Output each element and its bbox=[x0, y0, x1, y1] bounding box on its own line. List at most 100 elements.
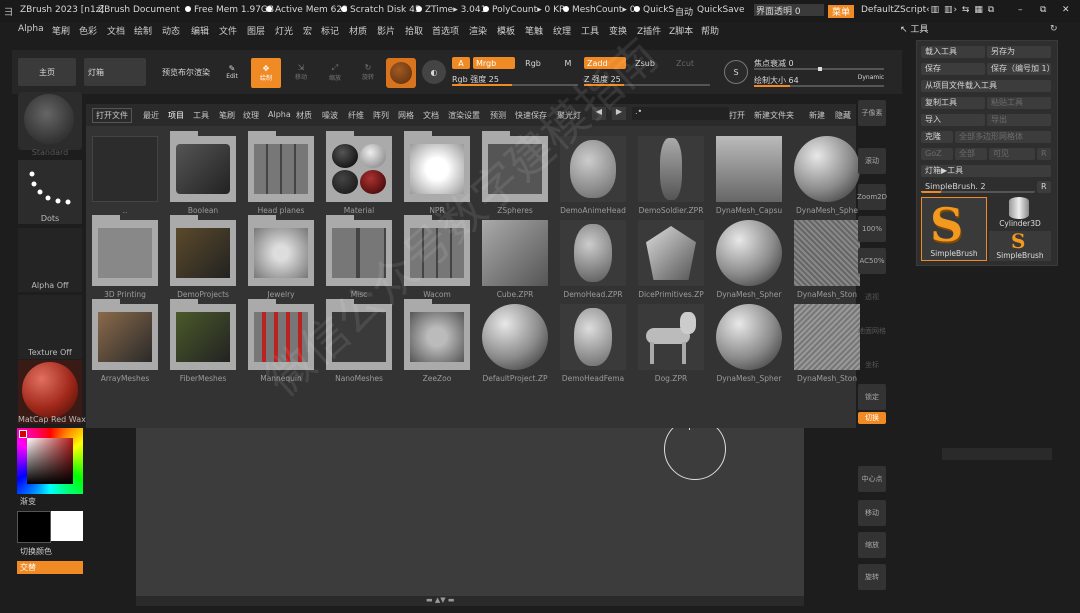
menu-draw[interactable]: 绘制 bbox=[134, 24, 152, 37]
lightbox-item[interactable]: Boolean bbox=[170, 131, 236, 215]
menu-zplugin[interactable]: Z插件 bbox=[637, 24, 661, 37]
export-button[interactable]: 导出 bbox=[987, 114, 1051, 126]
lightbox-item[interactable]: DynaMesh_Ston bbox=[794, 220, 860, 299]
lightbox-item[interactable]: ZeeZoo bbox=[404, 299, 470, 383]
copy-tool-button[interactable]: 复制工具 bbox=[921, 97, 985, 109]
bottom-tray-toggle-icon[interactable]: ▬ ▲▼ ▬ bbox=[426, 596, 454, 604]
rotate-button[interactable]: ↻ 旋转 bbox=[355, 60, 381, 84]
edit-button[interactable]: ✎ Edit bbox=[220, 60, 244, 84]
lightbox-item[interactable]: Material bbox=[326, 131, 392, 215]
menu-alpha[interactable]: Alpha bbox=[18, 24, 44, 34]
import-button[interactable]: 导入 bbox=[921, 114, 985, 126]
layout-icons[interactable]: ‹▥ ▥› ⇆ ▦ ⧉ bbox=[926, 5, 995, 15]
tab-noise[interactable]: 噪波 bbox=[322, 110, 338, 121]
menu-transform[interactable]: 变换 bbox=[609, 24, 627, 37]
tab-material[interactable]: 材质 bbox=[296, 110, 312, 121]
tab-alpha[interactable]: Alpha bbox=[268, 110, 291, 119]
menu-render[interactable]: 渲染 bbox=[469, 24, 487, 37]
tool-cylinder3d[interactable]: Cylinder3D bbox=[989, 197, 1051, 229]
document-canvas[interactable] bbox=[136, 414, 804, 596]
lightbox-item[interactable]: Jewelry bbox=[248, 215, 314, 299]
menu-movie-dyn[interactable]: 动态 bbox=[162, 24, 180, 37]
tool-palette-header[interactable]: ↖ 工具 bbox=[900, 22, 928, 35]
close-icon[interactable]: ✕ bbox=[1062, 5, 1070, 15]
minimize-icon[interactable]: – bbox=[1018, 5, 1023, 15]
load-tool-button[interactable]: 载入工具 bbox=[921, 46, 985, 58]
menu-marker[interactable]: 标记 bbox=[321, 24, 339, 37]
menu-brush[interactable]: 笔刷 bbox=[52, 24, 70, 37]
lightbox-item[interactable]: FiberMeshes bbox=[170, 299, 236, 383]
new-button[interactable]: 新建 bbox=[809, 110, 825, 121]
menu-edit[interactable]: 编辑 bbox=[191, 24, 209, 37]
scale-view-button[interactable]: 缩放 bbox=[858, 532, 886, 558]
pivot-button[interactable]: 中心点 bbox=[858, 466, 886, 492]
menu-zscript[interactable]: Z脚本 bbox=[669, 24, 693, 37]
paste-tool-button[interactable]: 粘贴工具 bbox=[987, 97, 1051, 109]
material-swatch[interactable] bbox=[386, 58, 416, 88]
tab-grid[interactable]: 网格 bbox=[398, 110, 414, 121]
lightbox-item[interactable]: NPR bbox=[404, 131, 470, 215]
lightbox-path-field[interactable]: .• bbox=[632, 107, 729, 120]
hide-button[interactable]: 隐藏 bbox=[835, 110, 851, 121]
mrgb-button[interactable]: Mrgb bbox=[473, 57, 515, 69]
transparency-slider[interactable]: 界面透明 0 bbox=[754, 4, 824, 17]
rgb-button[interactable]: Rgb bbox=[518, 57, 548, 69]
secondary-color-swatch[interactable] bbox=[51, 511, 83, 541]
z-intensity-slider[interactable]: Z 强度 25 bbox=[584, 73, 710, 86]
lightbox-item[interactable]: DynaMesh_Spher bbox=[716, 220, 782, 299]
lightbox-item[interactable]: Head planes bbox=[248, 131, 314, 215]
visible-button[interactable]: 可见 bbox=[989, 148, 1035, 160]
spotlight-icon[interactable]: S bbox=[724, 60, 748, 84]
menu-stencil[interactable]: 模板 bbox=[497, 24, 515, 37]
lightbox-item[interactable]: Cube.ZPR bbox=[482, 220, 548, 299]
tab-texture[interactable]: 纹理 bbox=[243, 110, 259, 121]
lightbox-item[interactable]: DynaMesh_Ston bbox=[794, 304, 860, 383]
switch-color-label[interactable]: 切换颜色 bbox=[20, 546, 52, 557]
tab-spotlight[interactable]: 聚光灯 bbox=[557, 110, 581, 121]
load-from-project-button[interactable]: 从项目文件载入工具 bbox=[921, 80, 1051, 92]
tool-simplebrush-small[interactable]: S SimpleBrush bbox=[989, 229, 1051, 261]
script-button[interactable]: DefaultZScript bbox=[861, 5, 926, 15]
save-as-button[interactable]: 另存为 bbox=[987, 46, 1051, 58]
lightbox-item[interactable]: Dog.ZPR bbox=[638, 304, 704, 383]
menu-button[interactable]: 菜单 bbox=[828, 5, 855, 18]
focal-shift-slider[interactable]: 焦点衰减 0 bbox=[754, 56, 884, 71]
scroll-button[interactable]: 滚动 bbox=[858, 148, 886, 174]
perspective-button[interactable]: 透视 bbox=[858, 284, 886, 310]
current-tool-slider[interactable]: SimpleBrush. 2 bbox=[921, 181, 1035, 193]
lightbox-item[interactable]: Misc bbox=[326, 215, 392, 299]
tab-project[interactable]: 项目 bbox=[168, 110, 184, 121]
main-color-swatch[interactable] bbox=[17, 511, 51, 543]
r2-button[interactable]: R bbox=[1037, 181, 1051, 193]
clone-button[interactable]: 克隆 bbox=[921, 131, 953, 143]
zcut-button[interactable]: Zcut bbox=[672, 57, 698, 69]
menu-document[interactable]: 文档 bbox=[107, 24, 125, 37]
draw-button[interactable]: ✥ 绘制 bbox=[251, 58, 281, 88]
home-button[interactable]: 主页 bbox=[18, 58, 76, 86]
tab-brush[interactable]: 笔刷 bbox=[219, 110, 235, 121]
lightbox-item[interactable]: DemoHead.ZPR bbox=[560, 220, 626, 299]
lightbox-item[interactable]: DefaultProject.ZP bbox=[482, 304, 548, 383]
scroll-right-icon[interactable]: ▶ bbox=[612, 107, 626, 120]
color-sphere-icon[interactable]: ◐ bbox=[422, 60, 446, 84]
menu-picker[interactable]: 拾取 bbox=[405, 24, 423, 37]
dynamic-toggle[interactable]: Dynamic bbox=[854, 72, 888, 82]
menu-macro[interactable]: 宏 bbox=[303, 24, 312, 37]
menu-preferences[interactable]: 首选项 bbox=[432, 24, 459, 37]
tab-open-file[interactable]: 打开文件 bbox=[92, 108, 132, 123]
lock-icon[interactable]: 锁定 bbox=[858, 384, 886, 410]
make-polymesh-button[interactable]: 全部多边形网格体 bbox=[955, 131, 1051, 143]
lightbox-item[interactable]: DynaMesh_Capsu bbox=[716, 136, 782, 215]
color-square[interactable] bbox=[27, 438, 73, 484]
alternate-button[interactable]: 交替 bbox=[17, 561, 83, 574]
rgb-intensity-slider[interactable]: Rgb 强度 25 bbox=[452, 73, 578, 86]
zsub-button[interactable]: Zsub bbox=[630, 57, 660, 69]
menu-movie[interactable]: 影片 bbox=[377, 24, 395, 37]
menu-light[interactable]: 灯光 bbox=[275, 24, 293, 37]
menu-tool[interactable]: 工具 bbox=[581, 24, 599, 37]
menu-help[interactable]: 帮助 bbox=[701, 24, 719, 37]
quicksave-button[interactable]: QuickSave bbox=[697, 5, 745, 15]
brush-thumbnail[interactable] bbox=[18, 92, 82, 150]
tab-fibers[interactable]: 纤维 bbox=[348, 110, 364, 121]
lightbox-item[interactable]: ArrayMeshes bbox=[92, 299, 158, 383]
